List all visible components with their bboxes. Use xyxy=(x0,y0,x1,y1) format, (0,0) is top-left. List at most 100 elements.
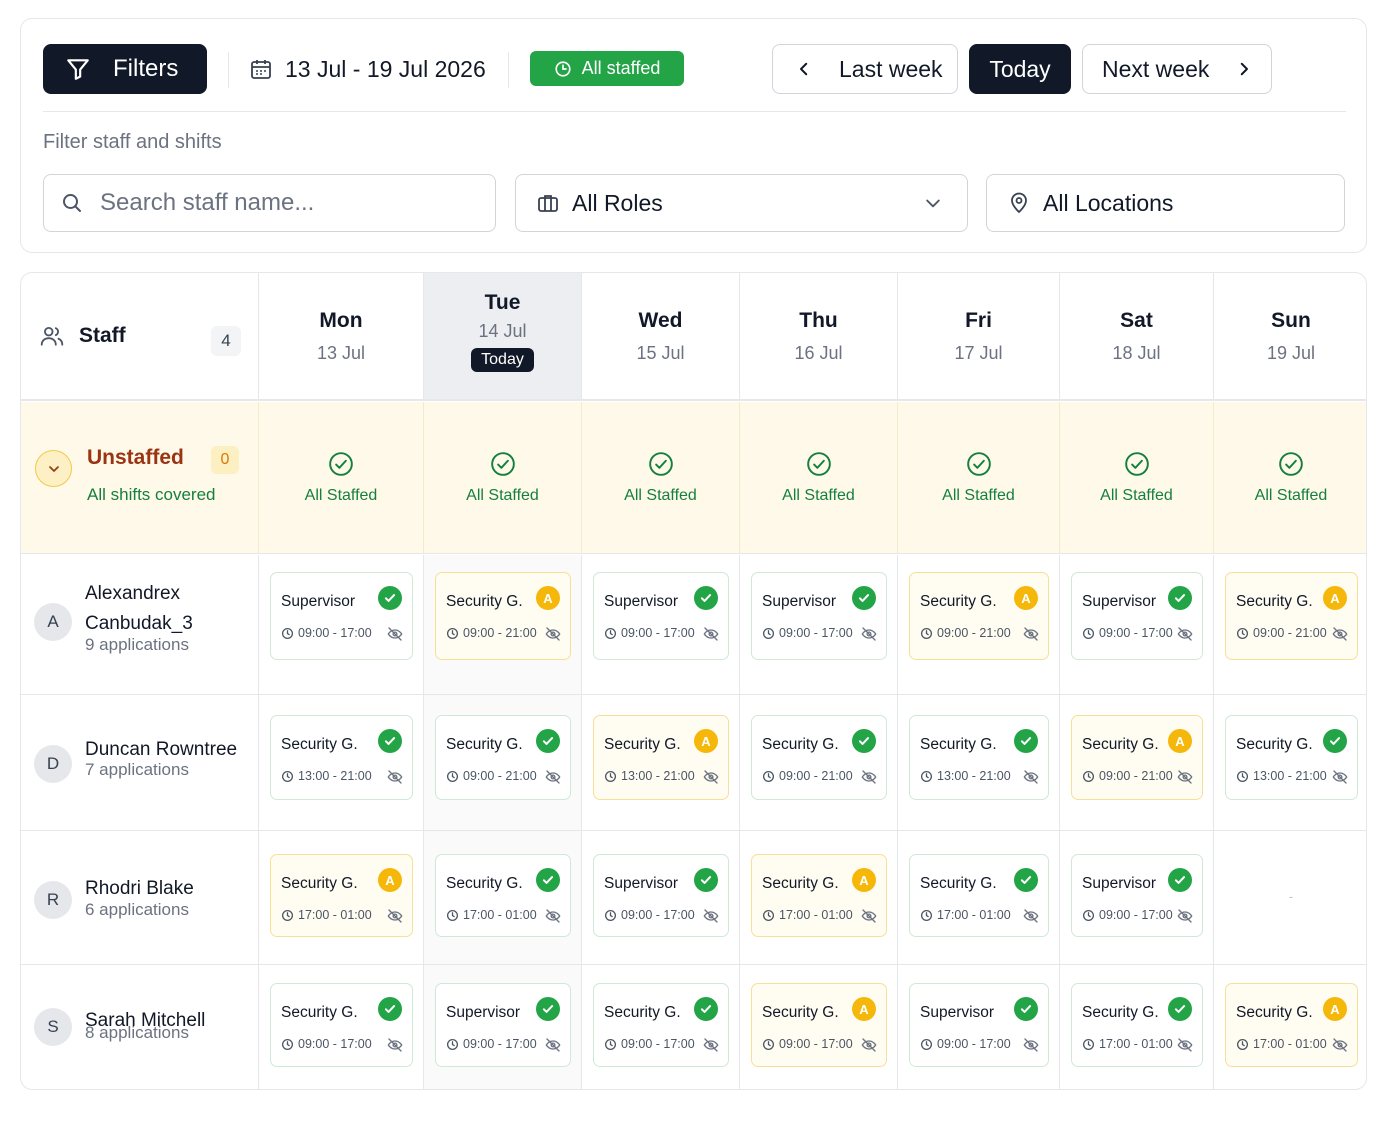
confirmed-check-icon xyxy=(536,868,560,892)
shift-time-text: 09:00 - 17:00 xyxy=(1099,908,1173,922)
day-cell: Supervisor 09:00 - 17:00 xyxy=(581,831,739,964)
staff-cell[interactable]: S Sarah Mitchell 8 applications xyxy=(21,965,258,1089)
next-week-button[interactable]: Next week xyxy=(1082,44,1272,94)
shift-role: Security G. xyxy=(1236,1004,1313,1021)
day-cell: Supervisor 09:00 - 17:00 xyxy=(1059,831,1213,964)
shift-time-text: 17:00 - 01:00 xyxy=(937,908,1011,922)
shift-card[interactable]: Security G. 17:00 - 01:00 xyxy=(909,854,1049,937)
shift-time: 13:00 - 21:00 xyxy=(604,769,695,783)
shift-card[interactable]: Security G. A 17:00 - 01:00 xyxy=(751,854,887,937)
shift-card[interactable]: Supervisor 09:00 - 17:00 xyxy=(1071,572,1203,660)
eye-off-icon[interactable] xyxy=(387,626,403,642)
shift-time: 13:00 - 21:00 xyxy=(281,769,372,783)
eye-off-icon[interactable] xyxy=(545,769,561,785)
day-cell: Security G. 13:00 - 21:00 xyxy=(897,695,1059,830)
eye-off-icon[interactable] xyxy=(545,908,561,924)
staff-cell[interactable]: D Duncan Rowntree 7 applications xyxy=(21,695,258,830)
shift-card[interactable]: Security G. 09:00 - 21:00 xyxy=(435,715,571,800)
shift-card[interactable]: Supervisor 09:00 - 17:00 xyxy=(1071,854,1203,937)
shift-card[interactable]: Security G. A 09:00 - 21:00 xyxy=(1225,572,1358,660)
shift-time-text: 17:00 - 01:00 xyxy=(1099,1037,1173,1051)
filters-button[interactable]: Filters xyxy=(43,44,207,94)
staff-cell[interactable]: R Rhodri Blake 6 applications xyxy=(21,831,258,964)
shift-card[interactable]: Supervisor 09:00 - 17:00 xyxy=(751,572,887,660)
eye-off-icon[interactable] xyxy=(1332,769,1348,785)
shift-card[interactable]: Security G. 09:00 - 17:00 xyxy=(593,983,729,1067)
eye-off-icon[interactable] xyxy=(1177,908,1193,924)
eye-off-icon[interactable] xyxy=(861,908,877,924)
shift-card[interactable]: Security G. A 17:00 - 01:00 xyxy=(270,854,413,937)
search-field[interactable] xyxy=(43,174,496,232)
today-button[interactable]: Today xyxy=(969,44,1071,94)
shift-card[interactable]: Supervisor 09:00 - 17:00 xyxy=(435,983,571,1067)
eye-off-icon[interactable] xyxy=(1177,626,1193,642)
shift-card[interactable]: Security G. A 09:00 - 17:00 xyxy=(751,983,887,1067)
shift-time-text: 09:00 - 17:00 xyxy=(298,626,372,640)
roles-select[interactable]: All Roles xyxy=(515,174,968,232)
shift-card[interactable]: Supervisor 09:00 - 17:00 xyxy=(909,983,1049,1067)
shift-card[interactable]: Security G. 09:00 - 17:00 xyxy=(270,983,413,1067)
eye-off-icon[interactable] xyxy=(1023,626,1039,642)
today-badge: Today xyxy=(471,348,534,372)
eye-off-icon[interactable] xyxy=(861,626,877,642)
shift-card[interactable]: Security G. A 13:00 - 21:00 xyxy=(593,715,729,800)
shift-card[interactable]: Security G. A 09:00 - 21:00 xyxy=(435,572,571,660)
search-input[interactable] xyxy=(100,189,460,217)
day-header-sat: Sat 18 Jul xyxy=(1059,273,1213,399)
shift-card[interactable]: Security G. 09:00 - 21:00 xyxy=(751,715,887,800)
eye-off-icon[interactable] xyxy=(545,1037,561,1053)
shift-time: 09:00 - 17:00 xyxy=(281,626,372,640)
day-cell: Security G. 17:00 - 01:00 xyxy=(1059,965,1213,1089)
shift-card[interactable]: Supervisor 09:00 - 17:00 xyxy=(270,572,413,660)
shift-card[interactable]: Supervisor 09:00 - 17:00 xyxy=(593,572,729,660)
clock-icon xyxy=(762,770,775,782)
day-cell: Security G. A 17:00 - 01:00 xyxy=(1213,965,1366,1089)
eye-off-icon[interactable] xyxy=(387,1037,403,1053)
eye-off-icon[interactable] xyxy=(703,908,719,924)
eye-off-icon[interactable] xyxy=(545,626,561,642)
eye-off-icon[interactable] xyxy=(703,1037,719,1053)
confirmed-check-icon xyxy=(1168,997,1192,1021)
eye-off-icon[interactable] xyxy=(703,769,719,785)
eye-off-icon[interactable] xyxy=(703,626,719,642)
collapse-unstaffed-button[interactable] xyxy=(35,450,72,487)
last-week-button[interactable]: Last week xyxy=(772,44,958,94)
next-week-label: Next week xyxy=(1102,55,1210,82)
today-label: Today xyxy=(989,55,1051,82)
locations-select[interactable]: All Locations xyxy=(986,174,1345,232)
shift-card[interactable]: Security G. A 09:00 - 21:00 xyxy=(1071,715,1203,800)
assigned-status-badge: A xyxy=(852,997,876,1021)
shift-card[interactable]: Security G. 17:00 - 01:00 xyxy=(435,854,571,937)
shift-card[interactable]: Security G. 13:00 - 21:00 xyxy=(909,715,1049,800)
eye-off-icon[interactable] xyxy=(387,908,403,924)
shift-role: Supervisor xyxy=(604,875,679,892)
eye-off-icon[interactable] xyxy=(1177,1037,1193,1053)
staff-header-label: Staff xyxy=(79,324,126,347)
confirmed-check-icon xyxy=(852,586,876,610)
eye-off-icon[interactable] xyxy=(1023,908,1039,924)
shift-card[interactable]: Security G. 17:00 - 01:00 xyxy=(1071,983,1203,1067)
eye-off-icon[interactable] xyxy=(1023,769,1039,785)
shift-role: Security G. xyxy=(1236,736,1313,753)
shift-card[interactable]: Security G. 13:00 - 21:00 xyxy=(270,715,413,800)
eye-off-icon[interactable] xyxy=(1177,769,1193,785)
shift-card[interactable]: Security G. A 09:00 - 21:00 xyxy=(909,572,1049,660)
unstaffed-day-status: All Staffed xyxy=(1059,402,1213,553)
shift-card[interactable]: Security G. 13:00 - 21:00 xyxy=(1225,715,1358,800)
day-name: Tue xyxy=(484,291,521,314)
day-name: Sun xyxy=(1271,308,1311,332)
assigned-status-badge: A xyxy=(1014,586,1038,610)
confirmed-check-icon xyxy=(852,729,876,753)
eye-off-icon[interactable] xyxy=(1332,626,1348,642)
calendar-icon xyxy=(251,60,271,79)
eye-off-icon[interactable] xyxy=(861,1037,877,1053)
clock-icon xyxy=(762,909,775,921)
eye-off-icon[interactable] xyxy=(387,769,403,785)
staff-cell[interactable]: A Alexandrex Canbudak_3 9 applications xyxy=(21,555,258,694)
shift-card[interactable]: Supervisor 09:00 - 17:00 xyxy=(593,854,729,937)
eye-off-icon[interactable] xyxy=(861,769,877,785)
clock-icon xyxy=(1082,627,1095,639)
eye-off-icon[interactable] xyxy=(1332,1037,1348,1053)
eye-off-icon[interactable] xyxy=(1023,1037,1039,1053)
shift-card[interactable]: Security G. A 17:00 - 01:00 xyxy=(1225,983,1358,1067)
